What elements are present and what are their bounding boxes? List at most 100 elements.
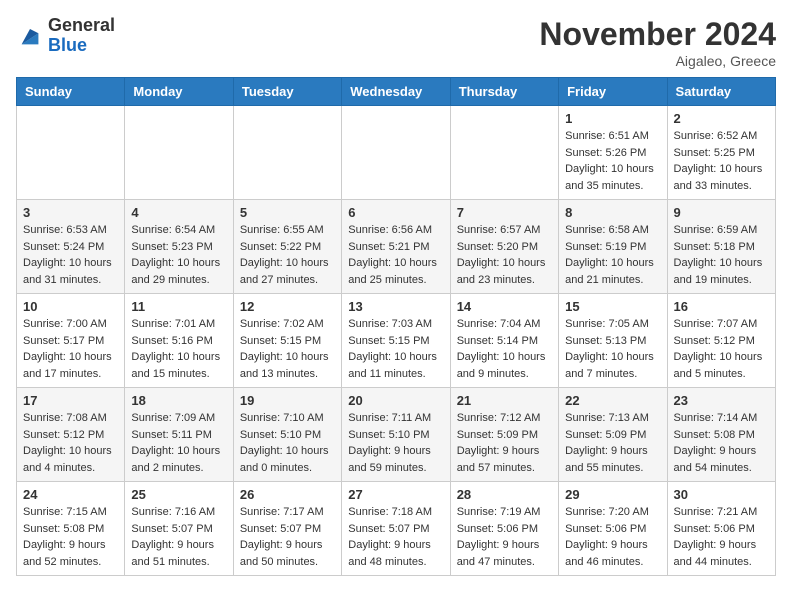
- day-number: 15: [565, 299, 660, 314]
- day-number: 12: [240, 299, 335, 314]
- day-info: Sunrise: 7:02 AM Sunset: 5:15 PM Dayligh…: [240, 316, 335, 382]
- day-info: Sunrise: 6:52 AM Sunset: 5:25 PM Dayligh…: [674, 128, 769, 194]
- day-number: 21: [457, 393, 552, 408]
- logo-text: General Blue: [48, 16, 115, 56]
- calendar-cell: 1Sunrise: 6:51 AM Sunset: 5:26 PM Daylig…: [559, 106, 667, 200]
- day-number: 17: [23, 393, 118, 408]
- day-number: 7: [457, 205, 552, 220]
- calendar-cell: 8 Sunrise: 6:58 AM Sunset: 5:19 PM Daylig…: [559, 200, 667, 294]
- weekday-header-row: SundayMondayTuesdayWednesdayThursdayFrid…: [17, 78, 776, 106]
- calendar-cell: 14 Sunrise: 7:04 AM Sunset: 5:14 PM Dayli…: [450, 294, 558, 388]
- weekday-header-sunday: Sunday: [17, 78, 125, 106]
- calendar-cell: [17, 106, 125, 200]
- weekday-header-saturday: Saturday: [667, 78, 775, 106]
- day-number: 14: [457, 299, 552, 314]
- week-row-5: 24Sunrise: 7:15 AM Sunset: 5:08 PM Dayli…: [17, 482, 776, 576]
- day-number: 20: [348, 393, 443, 408]
- day-info: Sunrise: 6:56 AM Sunset: 5:21 PM Dayligh…: [348, 222, 443, 288]
- day-number: 29: [565, 487, 660, 502]
- calendar-cell: 24Sunrise: 7:15 AM Sunset: 5:08 PM Dayli…: [17, 482, 125, 576]
- day-info: Sunrise: 7:19 AM Sunset: 5:06 PM Dayligh…: [457, 504, 552, 570]
- day-info: Sunrise: 7:11 AM Sunset: 5:10 PM Dayligh…: [348, 410, 443, 476]
- calendar-cell: 3 Sunrise: 6:53 AM Sunset: 5:24 PM Daylig…: [17, 200, 125, 294]
- day-info: Sunrise: 6:58 AM Sunset: 5:19 PM Dayligh…: [565, 222, 660, 288]
- day-number: 8: [565, 205, 660, 220]
- calendar-cell: [125, 106, 233, 200]
- logo-general: General: [48, 15, 115, 35]
- calendar-cell: 22Sunrise: 7:13 AM Sunset: 5:09 PM Dayli…: [559, 388, 667, 482]
- day-number: 16: [674, 299, 769, 314]
- day-number: 28: [457, 487, 552, 502]
- calendar-cell: 2 Sunrise: 6:52 AM Sunset: 5:25 PM Daylig…: [667, 106, 775, 200]
- title-area: November 2024 Aigaleo, Greece: [539, 16, 776, 69]
- day-info: Sunrise: 7:16 AM Sunset: 5:07 PM Dayligh…: [131, 504, 226, 570]
- day-info: Sunrise: 6:55 AM Sunset: 5:22 PM Dayligh…: [240, 222, 335, 288]
- calendar-cell: 21 Sunrise: 7:12 AM Sunset: 5:09 PM Dayli…: [450, 388, 558, 482]
- day-info: Sunrise: 7:01 AM Sunset: 5:16 PM Dayligh…: [131, 316, 226, 382]
- day-number: 22: [565, 393, 660, 408]
- calendar-cell: 29Sunrise: 7:20 AM Sunset: 5:06 PM Dayli…: [559, 482, 667, 576]
- day-info: Sunrise: 6:53 AM Sunset: 5:24 PM Dayligh…: [23, 222, 118, 288]
- calendar-cell: 17 Sunrise: 7:08 AM Sunset: 5:12 PM Dayli…: [17, 388, 125, 482]
- day-number: 30: [674, 487, 769, 502]
- day-number: 13: [348, 299, 443, 314]
- calendar-cell: 19 Sunrise: 7:10 AM Sunset: 5:10 PM Dayli…: [233, 388, 341, 482]
- day-info: Sunrise: 7:03 AM Sunset: 5:15 PM Dayligh…: [348, 316, 443, 382]
- day-info: Sunrise: 6:51 AM Sunset: 5:26 PM Dayligh…: [565, 128, 660, 194]
- day-number: 2: [674, 111, 769, 126]
- day-number: 9: [674, 205, 769, 220]
- calendar-cell: 7 Sunrise: 6:57 AM Sunset: 5:20 PM Daylig…: [450, 200, 558, 294]
- day-info: Sunrise: 6:59 AM Sunset: 5:18 PM Dayligh…: [674, 222, 769, 288]
- calendar-cell: 12 Sunrise: 7:02 AM Sunset: 5:15 PM Dayli…: [233, 294, 341, 388]
- calendar-cell: 4 Sunrise: 6:54 AM Sunset: 5:23 PM Daylig…: [125, 200, 233, 294]
- logo-blue: Blue: [48, 35, 87, 55]
- day-info: Sunrise: 7:14 AM Sunset: 5:08 PM Dayligh…: [674, 410, 769, 476]
- day-info: Sunrise: 7:10 AM Sunset: 5:10 PM Dayligh…: [240, 410, 335, 476]
- calendar-cell: 28 Sunrise: 7:19 AM Sunset: 5:06 PM Dayli…: [450, 482, 558, 576]
- day-info: Sunrise: 7:15 AM Sunset: 5:08 PM Dayligh…: [23, 504, 118, 570]
- day-info: Sunrise: 7:21 AM Sunset: 5:06 PM Dayligh…: [674, 504, 769, 570]
- calendar-cell: 26Sunrise: 7:17 AM Sunset: 5:07 PM Dayli…: [233, 482, 341, 576]
- calendar-cell: 11 Sunrise: 7:01 AM Sunset: 5:16 PM Dayli…: [125, 294, 233, 388]
- week-row-1: 1Sunrise: 6:51 AM Sunset: 5:26 PM Daylig…: [17, 106, 776, 200]
- day-number: 5: [240, 205, 335, 220]
- logo-icon: [16, 22, 44, 50]
- day-info: Sunrise: 7:18 AM Sunset: 5:07 PM Dayligh…: [348, 504, 443, 570]
- weekday-header-monday: Monday: [125, 78, 233, 106]
- day-number: 6: [348, 205, 443, 220]
- calendar-cell: 15 Sunrise: 7:05 AM Sunset: 5:13 PM Dayli…: [559, 294, 667, 388]
- day-number: 19: [240, 393, 335, 408]
- day-number: 3: [23, 205, 118, 220]
- day-info: Sunrise: 7:05 AM Sunset: 5:13 PM Dayligh…: [565, 316, 660, 382]
- day-number: 26: [240, 487, 335, 502]
- calendar-cell: 27Sunrise: 7:18 AM Sunset: 5:07 PM Dayli…: [342, 482, 450, 576]
- calendar-cell: 10Sunrise: 7:00 AM Sunset: 5:17 PM Dayli…: [17, 294, 125, 388]
- calendar-cell: 9 Sunrise: 6:59 AM Sunset: 5:18 PM Daylig…: [667, 200, 775, 294]
- week-row-2: 3 Sunrise: 6:53 AM Sunset: 5:24 PM Daylig…: [17, 200, 776, 294]
- weekday-header-wednesday: Wednesday: [342, 78, 450, 106]
- calendar-cell: [233, 106, 341, 200]
- calendar-cell: 6 Sunrise: 6:56 AM Sunset: 5:21 PM Daylig…: [342, 200, 450, 294]
- weekday-header-friday: Friday: [559, 78, 667, 106]
- page-header: General Blue November 2024 Aigaleo, Gree…: [16, 16, 776, 69]
- day-info: Sunrise: 6:57 AM Sunset: 5:20 PM Dayligh…: [457, 222, 552, 288]
- weekday-header-thursday: Thursday: [450, 78, 558, 106]
- calendar-cell: 18Sunrise: 7:09 AM Sunset: 5:11 PM Dayli…: [125, 388, 233, 482]
- calendar-cell: 13 Sunrise: 7:03 AM Sunset: 5:15 PM Dayli…: [342, 294, 450, 388]
- day-number: 11: [131, 299, 226, 314]
- calendar-cell: [342, 106, 450, 200]
- day-info: Sunrise: 7:04 AM Sunset: 5:14 PM Dayligh…: [457, 316, 552, 382]
- day-info: Sunrise: 6:54 AM Sunset: 5:23 PM Dayligh…: [131, 222, 226, 288]
- day-number: 4: [131, 205, 226, 220]
- day-info: Sunrise: 7:08 AM Sunset: 5:12 PM Dayligh…: [23, 410, 118, 476]
- location: Aigaleo, Greece: [539, 53, 776, 69]
- day-info: Sunrise: 7:09 AM Sunset: 5:11 PM Dayligh…: [131, 410, 226, 476]
- calendar-cell: 20 Sunrise: 7:11 AM Sunset: 5:10 PM Dayli…: [342, 388, 450, 482]
- day-info: Sunrise: 7:12 AM Sunset: 5:09 PM Dayligh…: [457, 410, 552, 476]
- month-title: November 2024: [539, 16, 776, 53]
- day-info: Sunrise: 7:07 AM Sunset: 5:12 PM Dayligh…: [674, 316, 769, 382]
- week-row-3: 10Sunrise: 7:00 AM Sunset: 5:17 PM Dayli…: [17, 294, 776, 388]
- day-number: 25: [131, 487, 226, 502]
- week-row-4: 17 Sunrise: 7:08 AM Sunset: 5:12 PM Dayli…: [17, 388, 776, 482]
- calendar-cell: 16 Sunrise: 7:07 AM Sunset: 5:12 PM Dayli…: [667, 294, 775, 388]
